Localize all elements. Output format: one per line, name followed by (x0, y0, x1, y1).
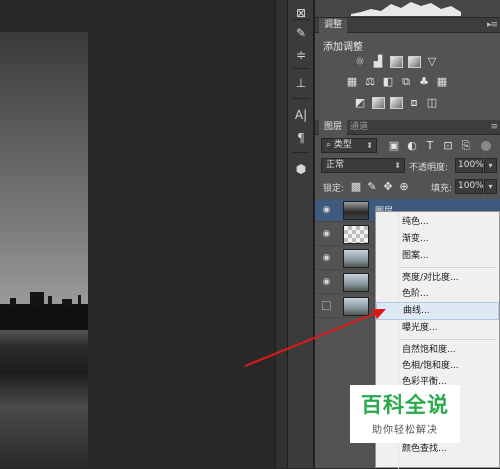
selective-color-icon[interactable]: ◫ (425, 96, 439, 109)
tab-layers[interactable]: 图层 (319, 120, 348, 135)
lock-label: 锁定: (323, 184, 345, 194)
divider (292, 98, 310, 99)
opacity-dropdown-button[interactable]: ▾ (484, 158, 497, 173)
levels-icon[interactable]: ▟ (371, 55, 385, 68)
layer-thumbnail (343, 249, 369, 268)
history-icon[interactable]: ⊠ (290, 2, 312, 24)
menu-item-solid-color[interactable]: 纯色... (376, 213, 499, 231)
invert-icon[interactable]: ◩ (353, 96, 367, 109)
fill-dropdown-button[interactable]: ▾ (484, 179, 497, 194)
chevron-down-icon: ⬍ (366, 141, 373, 150)
menu-separator (400, 267, 496, 268)
pixel-filter-icon[interactable]: ▣ (387, 139, 401, 152)
black-white-icon[interactable]: ◧ (381, 75, 395, 88)
layer-thumbnail (343, 225, 369, 244)
tab-adjustments[interactable]: 调整 (319, 18, 348, 33)
filter-kind-label: 类型 (333, 140, 352, 150)
brush-icon[interactable]: ✎ (365, 180, 379, 193)
chevron-down-icon: ⬍ (394, 161, 401, 170)
collapsed-panel-dock: ⊠ ✎ ≑ ⊥ A| ¶ ⬢ (287, 0, 314, 468)
threshold-icon[interactable] (389, 96, 403, 109)
eye-icon[interactable]: ◉ (321, 253, 332, 263)
shape-filter-icon[interactable]: ⊡ (441, 139, 455, 152)
eye-icon[interactable]: ◉ (321, 277, 332, 287)
menu-item-gradient[interactable]: 渐变... (376, 230, 499, 248)
opacity-field[interactable]: 100% (455, 158, 484, 173)
color-lookup-icon[interactable]: ▦ (435, 75, 449, 88)
opacity-label: 不透明度: (409, 163, 449, 173)
add-adjustment-title: 添加调整 (323, 42, 363, 53)
gradient-map-icon[interactable]: ⧈ (407, 96, 421, 109)
brush-settings-icon[interactable]: ≑ (290, 44, 312, 66)
lock-transparency-icon[interactable]: ▩ (349, 180, 363, 193)
fill-field[interactable]: 100% (455, 179, 484, 194)
panel-collapse-strip[interactable] (275, 0, 287, 468)
histogram-preview (315, 0, 500, 18)
menu-item-exposure[interactable]: 曝光度... (376, 319, 499, 337)
filter-toggle[interactable] (481, 141, 491, 151)
smart-object-filter-icon[interactable]: ⎘ (459, 139, 473, 152)
exposure-icon[interactable] (407, 55, 421, 68)
channel-mixer-icon[interactable]: ♣ (417, 75, 431, 88)
watermark-title: 百科全说 (361, 393, 449, 417)
fill-label: 填充: (431, 184, 453, 194)
lock-icon[interactable]: ⊕ (397, 180, 411, 193)
menu-separator (400, 339, 496, 340)
eye-icon[interactable]: ◉ (321, 205, 332, 215)
cube-icon[interactable]: ⬢ (290, 158, 312, 180)
divider (292, 152, 310, 153)
adjustments-tabbar: 调整 ▸≡ (315, 18, 500, 33)
curves-icon[interactable] (389, 55, 403, 68)
photo-filter-icon[interactable]: ⧉ (399, 75, 413, 88)
color-balance-icon[interactable]: ⚖ (363, 75, 377, 88)
menu-icon[interactable]: ▸≡ (487, 20, 498, 30)
move-icon[interactable]: ✥ (381, 180, 395, 193)
watermark-subtitle: 助你轻松解决 (372, 425, 438, 436)
tab-channels[interactable]: 通道 (345, 120, 373, 135)
layers-tabbar: 图层 通道 ≡ (315, 120, 500, 135)
layer-thumbnail (343, 273, 369, 292)
brightness-icon[interactable]: ☼ (353, 55, 367, 68)
photo-preview (0, 32, 88, 468)
layer-thumbnail (343, 201, 369, 220)
blend-mode-select[interactable]: 正常 ⬍ (321, 158, 405, 173)
vibrance-icon[interactable]: ▽ (425, 55, 439, 68)
menu-item-levels[interactable]: 色阶... (376, 285, 499, 303)
menu-icon[interactable]: ≡ (490, 122, 497, 132)
watermark-logo: 百科全说 助你轻松解决 (350, 385, 460, 443)
hue-saturation-icon[interactable]: ▦ (345, 75, 359, 88)
clone-source-icon[interactable]: ⊥ (290, 72, 312, 94)
divider (292, 68, 310, 69)
filter-icon: ⌕ (326, 140, 334, 150)
menu-item-pattern[interactable]: 图案... (376, 247, 499, 265)
adjustment-filter-icon[interactable]: ◐ (405, 139, 419, 152)
text-filter-icon[interactable]: T (423, 139, 437, 152)
divider (292, 19, 310, 20)
blend-mode-value: 正常 (326, 160, 345, 170)
menu-item-curves[interactable]: 曲线... (376, 302, 499, 320)
layer-thumbnail (343, 297, 369, 316)
visibility-checkbox[interactable] (322, 301, 331, 310)
posterize-icon[interactable] (371, 96, 385, 109)
shoreline-silhouette (0, 292, 88, 330)
text-icon[interactable]: A| (290, 104, 312, 126)
layer-filter-select[interactable]: ⌕ 类型 ⬍ (321, 138, 377, 153)
brush-icon[interactable]: ✎ (290, 22, 312, 44)
paragraph-icon[interactable]: ¶ (290, 127, 312, 149)
eye-icon[interactable]: ◉ (321, 229, 332, 239)
